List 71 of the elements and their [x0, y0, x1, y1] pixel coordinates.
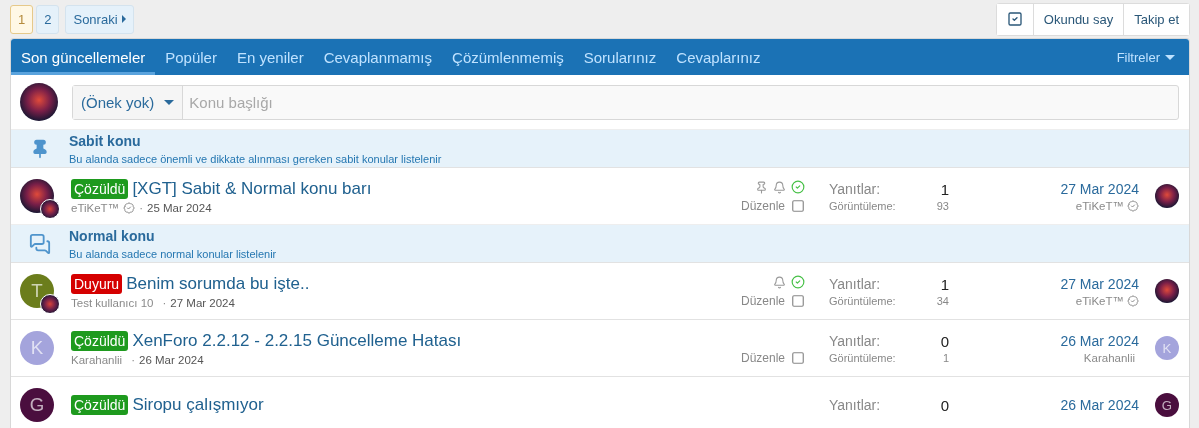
- separator-dot: ·: [162, 296, 167, 309]
- thread-title-link[interactable]: [XGT] Sabit & Normal konu barı: [132, 178, 372, 199]
- thread-title-link[interactable]: XenForo 2.2.12 - 2.2.15 Güncelleme Hatası: [132, 330, 462, 351]
- page-number-button[interactable]: 2: [36, 4, 60, 34]
- replies-label: Yanıtlar:: [829, 275, 882, 293]
- logo-avatar[interactable]: [1155, 184, 1179, 208]
- thread-date: 27 Mar 2024: [170, 296, 235, 309]
- filter-tab[interactable]: Cevaplanmamış: [313, 39, 443, 75]
- last-post-date-link[interactable]: 26 Mar 2024: [1060, 397, 1139, 413]
- replies-label: Yanıtlar:: [829, 332, 882, 350]
- last-poster-name[interactable]: eTiKeT™: [1075, 294, 1124, 307]
- views-count: 34: [936, 294, 949, 307]
- author-link[interactable]: Karahanlii: [71, 353, 123, 366]
- follow-button[interactable]: Takip et: [1123, 3, 1189, 35]
- edit-label[interactable]: Düzenle: [740, 351, 785, 365]
- section-title: Sabit konu: [69, 133, 142, 149]
- replies-label: Yanıtlar:: [829, 180, 882, 198]
- views-label: Görüntüleme:: [829, 199, 897, 212]
- checkbox[interactable]: [791, 294, 805, 308]
- replies-count: 0: [940, 332, 949, 350]
- prefix-dropdown[interactable]: (Önek yok): [73, 85, 184, 119]
- last-poster-name[interactable]: eTiKeT™: [1075, 199, 1124, 212]
- pin-icon: [30, 139, 50, 159]
- letter-avatar[interactable]: G: [1155, 393, 1179, 417]
- checkbox[interactable]: [791, 351, 805, 365]
- thread-title-field[interactable]: (Önek yok) Konu başlığı: [72, 84, 1179, 120]
- prefix-label: Çözüldü: [71, 178, 129, 199]
- last-post-date-link[interactable]: 27 Mar 2024: [1060, 180, 1139, 197]
- author-link[interactable]: Test kullanıcı 10: [71, 296, 154, 309]
- views-label: Görüntüleme:: [829, 351, 897, 364]
- thread-date: 26 Mar 2024: [139, 353, 204, 366]
- filter-tab[interactable]: Çözümlenmemiş: [442, 39, 574, 75]
- thread-title-link[interactable]: Benim sorumda bu işte..: [126, 273, 310, 294]
- last-post-date-link[interactable]: 27 Mar 2024: [1060, 275, 1139, 292]
- filter-tab[interactable]: En yeniler: [226, 39, 314, 75]
- thread-date: 25 Mar 2024: [147, 201, 212, 214]
- edit-label[interactable]: Düzenle: [740, 294, 785, 308]
- letter-avatar[interactable]: G: [20, 388, 54, 422]
- filters-menu-link[interactable]: Filtreler: [1102, 39, 1189, 75]
- section-title: Normal konu: [69, 228, 156, 244]
- page-number-button[interactable]: 1: [10, 4, 34, 34]
- filter-tab[interactable]: Son güncellemeler: [11, 39, 156, 75]
- replies-count: 1: [939, 275, 949, 293]
- filter-tab[interactable]: Cevaplarınız: [666, 39, 771, 75]
- replies-count: 0: [940, 396, 949, 414]
- filter-tab[interactable]: Popüler: [155, 39, 227, 75]
- checkbox[interactable]: [791, 199, 805, 213]
- separator-dot: ·: [139, 201, 143, 214]
- filter-tab[interactable]: Sorularınız: [573, 39, 667, 75]
- prefix-label: Çözüldü: [71, 395, 129, 415]
- logo-avatar[interactable]: [1155, 279, 1179, 303]
- next-page-button[interactable]: Sonraki: [65, 4, 134, 34]
- prefix-label: Çözüldü: [71, 330, 129, 351]
- logo-avatar[interactable]: [20, 83, 58, 121]
- section-description: Bu alanda sadece normal konular listelenir: [69, 248, 277, 260]
- section-description: Bu alanda sadece önemli ve dikkate alınması gereken sabit konular listelenir: [69, 153, 442, 165]
- views-count: 93: [936, 199, 949, 212]
- replies-count: 1: [939, 180, 949, 198]
- last-poster-name[interactable]: Karahanlii: [1083, 351, 1135, 364]
- thread-title-link[interactable]: Siropu çalışmıyor: [132, 395, 264, 415]
- logo-avatar[interactable]: [40, 199, 60, 219]
- separator-dot: ·: [131, 353, 135, 366]
- chat-bubbles-icon: [29, 233, 51, 255]
- views-label: Görüntüleme:: [829, 294, 897, 307]
- author-link[interactable]: eTiKeT™: [71, 201, 120, 214]
- last-post-date-link[interactable]: 26 Mar 2024: [1060, 332, 1139, 349]
- replies-label: Yanıtlar:: [829, 396, 882, 414]
- views-count: 1: [941, 351, 949, 364]
- edit-label[interactable]: Düzenle: [740, 199, 785, 213]
- prefix-label: Duyuru: [71, 273, 123, 294]
- checkbox-icon: [1006, 11, 1023, 27]
